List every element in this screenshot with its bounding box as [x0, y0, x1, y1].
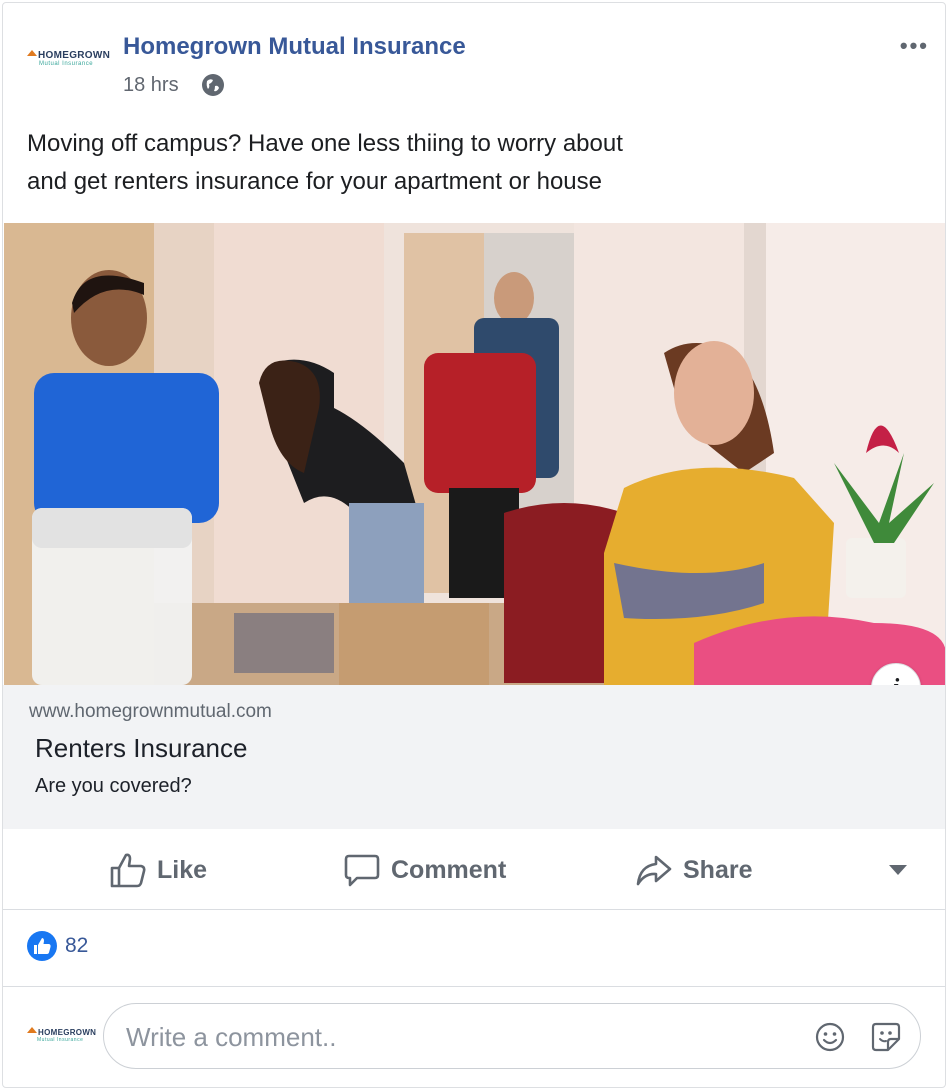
link-preview[interactable]: www.homegrownmutual.com Renters Insuranc… [3, 685, 945, 829]
post-timestamp[interactable]: 18 hrs [123, 74, 179, 97]
comment-placeholder: Write a comment.. [126, 1022, 337, 1052]
divider [3, 986, 945, 987]
post-header: HOMEGROWN Mutual Insurance Homegrown Mut… [3, 3, 945, 113]
like-reaction-icon [27, 931, 57, 961]
like-button[interactable]: Like [109, 851, 207, 889]
post-image[interactable] [4, 223, 945, 685]
commenter-avatar: HOMEGROWN Mutual Insurance [27, 1015, 97, 1055]
link-url: www.homegrownmutual.com [29, 701, 272, 722]
post-text-line: Moving off campus? Have one less thiing … [27, 130, 623, 157]
post-card: HOMEGROWN Mutual Insurance Homegrown Mut… [2, 2, 946, 1088]
chevron-down-icon[interactable] [889, 865, 907, 875]
link-title[interactable]: Renters Insurance [35, 733, 247, 764]
comment-input[interactable]: Write a comment.. [103, 1003, 921, 1069]
roof-icon [27, 1027, 37, 1033]
logo-text: HOMEGROWN [38, 1027, 97, 1037]
comment-icon [344, 854, 380, 887]
post-text-line: and get renters insurance for your apart… [27, 168, 602, 195]
post-meta: 18 hrs [123, 73, 225, 97]
page-avatar[interactable]: HOMEGROWN Mutual Insurance [27, 33, 111, 83]
comment-button[interactable]: Comment [343, 851, 506, 889]
more-options-icon[interactable]: ••• [900, 33, 929, 59]
share-label: Share [683, 855, 753, 884]
sticker-icon[interactable] [870, 1021, 902, 1058]
post-text: Moving off campus? Have one less thiing … [27, 125, 787, 201]
logo-subtext: Mutual Insurance [37, 1037, 84, 1043]
thumbs-up-icon [110, 853, 146, 888]
emoji-icon[interactable] [814, 1021, 846, 1058]
page-name-link[interactable]: Homegrown Mutual Insurance [123, 33, 466, 61]
comment-label: Comment [391, 855, 507, 884]
roof-icon [27, 50, 37, 56]
reaction-summary[interactable]: 82 [27, 931, 88, 961]
reaction-count: 82 [65, 934, 89, 957]
globe-icon [201, 73, 225, 97]
like-label: Like [157, 855, 208, 884]
logo-text: HOMEGROWN [38, 49, 111, 61]
action-bar: Like Comment Share [3, 829, 945, 910]
share-button[interactable]: Share [635, 851, 752, 889]
link-description: Are you covered? [35, 775, 192, 797]
logo-subtext: Mutual Insurance [39, 60, 94, 67]
share-icon [636, 855, 672, 886]
